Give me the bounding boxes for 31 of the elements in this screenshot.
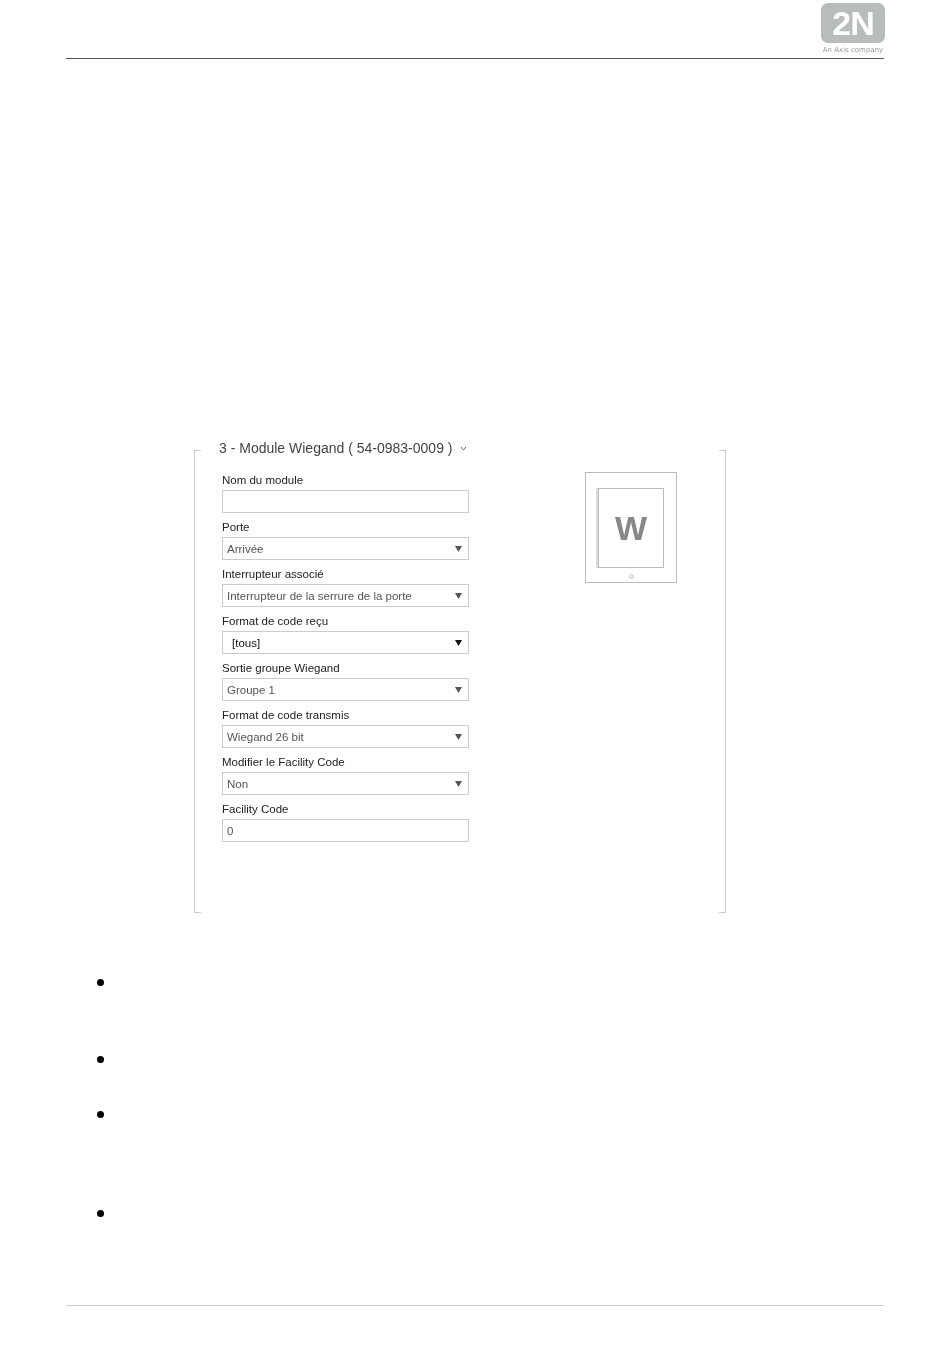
- dropdown[interactable]: Groupe 1: [222, 678, 469, 701]
- field-label: Sortie groupe Wiegand: [222, 662, 341, 675]
- dropdown-arrow-icon: [455, 639, 462, 646]
- field-label: Interrupteur associé: [222, 568, 325, 581]
- chevron-icon[interactable]: [460, 445, 468, 451]
- field-label: Format de code reçu: [222, 615, 330, 628]
- input-field[interactable]: 0: [222, 819, 469, 842]
- logo: 2N: [821, 3, 885, 43]
- bullet-icon: [97, 1056, 104, 1063]
- dropdown[interactable]: Wiegand 26 bit: [222, 725, 469, 748]
- panel-title: 3 - Module Wiegand ( 54-0983-0009 ): [219, 440, 453, 456]
- dropdown[interactable]: Arrivée: [222, 537, 469, 560]
- dropdown-arrow-icon: [455, 545, 462, 552]
- dropdown-arrow-icon: [455, 733, 462, 740]
- dropdown[interactable]: Non: [222, 772, 469, 795]
- bullet-icon: [97, 1210, 104, 1217]
- field-label: Format de code transmis: [222, 709, 351, 722]
- led-icon: [628, 574, 634, 579]
- field-label: Porte: [222, 521, 251, 534]
- field-label: Nom du module: [222, 474, 305, 487]
- field-label: Facility Code: [222, 803, 290, 816]
- dropdown[interactable]: [tous]: [222, 631, 469, 654]
- dropdown-arrow-icon: [455, 686, 462, 693]
- field-label: Modifier le Facility Code: [222, 756, 346, 769]
- dropdown[interactable]: Interrupteur de la serrure de la porte: [222, 584, 469, 607]
- dropdown-arrow-icon: [455, 780, 462, 787]
- input-field[interactable]: [222, 490, 469, 513]
- dropdown-arrow-icon: [455, 592, 462, 599]
- module-letter: W: [598, 488, 664, 568]
- bullet-icon: [97, 979, 104, 986]
- bullet-icon: [97, 1111, 104, 1118]
